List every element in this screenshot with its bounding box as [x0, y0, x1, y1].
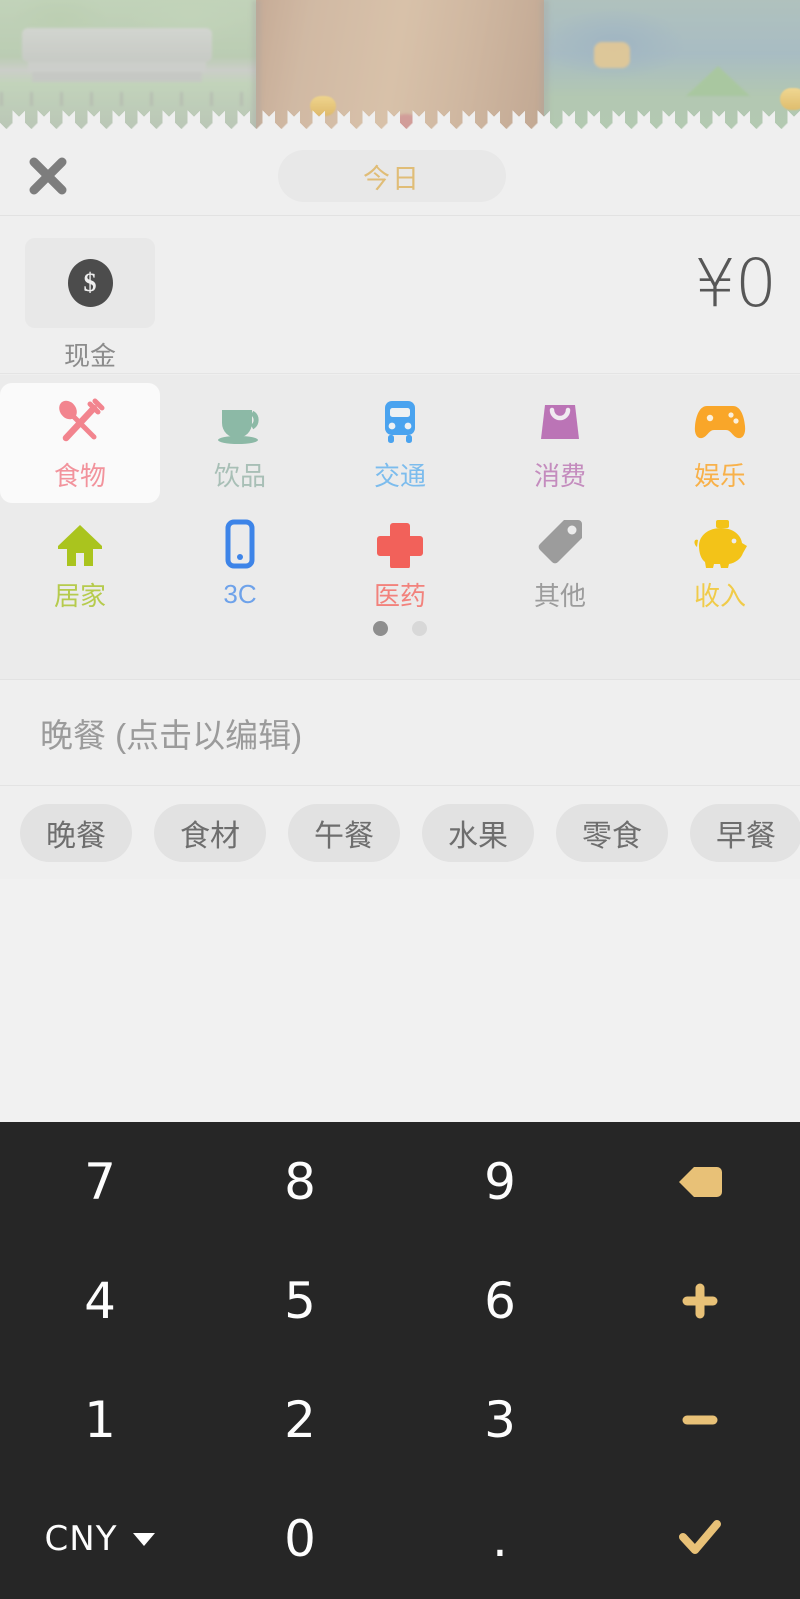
- page-dot-2[interactable]: [412, 621, 427, 636]
- account-label: 现金: [63, 341, 116, 371]
- caret-down-icon: [133, 1532, 156, 1546]
- category-item-other[interactable]: 其他: [480, 503, 640, 623]
- backspace-icon: [677, 1165, 723, 1199]
- coin-dollar-icon: $: [67, 259, 113, 307]
- category-item-entertainment[interactable]: 娱乐: [640, 383, 800, 503]
- category-item-home[interactable]: 居家: [0, 503, 160, 623]
- key-confirm[interactable]: [600, 1480, 800, 1599]
- category-item-drinks[interactable]: 饮品: [160, 383, 320, 503]
- tag-chip[interactable]: 晚餐: [20, 804, 132, 862]
- category-label: 交通: [373, 460, 426, 491]
- key-decimal[interactable]: .: [400, 1480, 600, 1599]
- amount-display[interactable]: ¥0: [694, 245, 777, 322]
- category-item-income[interactable]: 收入: [640, 503, 800, 623]
- tag-chip[interactable]: 午餐: [288, 804, 400, 862]
- key-4[interactable]: 4: [0, 1241, 200, 1360]
- minus-icon: [680, 1412, 720, 1428]
- page-dot-1[interactable]: [373, 621, 388, 636]
- empty-space: [0, 879, 800, 1122]
- category-picker: 食物 饮品 交通 消费 娱乐 居家 3C 医药 其他 收入: [0, 375, 800, 680]
- category-label: 消费: [533, 460, 586, 491]
- page-indicator: [0, 621, 800, 636]
- medical-cross-icon: [375, 514, 425, 568]
- category-item-3c[interactable]: 3C: [160, 503, 320, 623]
- category-item-medical[interactable]: 医药: [320, 503, 480, 623]
- tag-chip[interactable]: 食材: [154, 804, 266, 862]
- checkmark-icon: [677, 1519, 723, 1559]
- category-grid: 食物 饮品 交通 消费 娱乐 居家 3C 医药 其他 收入: [0, 383, 800, 623]
- close-x-icon: [26, 154, 70, 198]
- key-minus[interactable]: [600, 1361, 800, 1480]
- category-item-food[interactable]: 食物: [0, 383, 160, 503]
- tag-chip[interactable]: 水果: [422, 804, 534, 862]
- piggy-bank-icon: [693, 514, 747, 568]
- date-label: 今日: [363, 163, 421, 194]
- bus-icon: [374, 394, 426, 448]
- category-item-transport[interactable]: 交通: [320, 383, 480, 503]
- tag-chip[interactable]: 零食: [556, 804, 668, 862]
- key-0[interactable]: 0: [200, 1480, 400, 1599]
- category-label: 娱乐: [693, 460, 746, 491]
- key-6[interactable]: 6: [400, 1241, 600, 1360]
- category-label: 医药: [373, 580, 426, 611]
- key-backspace[interactable]: [600, 1122, 800, 1241]
- key-2[interactable]: 2: [200, 1361, 400, 1480]
- amount-row: $ 现金 ¥0: [0, 217, 800, 374]
- category-label: 3C: [223, 578, 257, 609]
- numeric-keypad: 7 8 9 4 5 6 1 2 3 CNY 0 .: [0, 1122, 800, 1599]
- close-button[interactable]: [0, 136, 96, 216]
- category-label: 饮品: [213, 460, 266, 491]
- tag-suggestions: 晚餐 食材 午餐 水果 零食 早餐: [0, 787, 800, 879]
- account-selector[interactable]: $ 现金: [25, 238, 155, 373]
- coffee-cup-icon: [214, 394, 266, 448]
- price-tag-icon: [534, 514, 586, 568]
- date-selector-button[interactable]: 今日: [278, 150, 506, 202]
- note-field[interactable]: 晚餐 (点击以编辑): [0, 681, 800, 786]
- key-7[interactable]: 7: [0, 1122, 200, 1241]
- key-9[interactable]: 9: [400, 1122, 600, 1241]
- key-currency-selector[interactable]: CNY: [0, 1480, 200, 1599]
- account-tile: $: [25, 238, 155, 328]
- smartphone-icon: [220, 517, 260, 571]
- gamepad-icon: [693, 394, 747, 448]
- top-bar: 今日: [0, 136, 800, 216]
- key-8[interactable]: 8: [200, 1122, 400, 1241]
- expense-entry-screen: 今日 $ 现金 ¥0 食物 饮品 交通 消费 娱乐 居家 3C 医药 其他 收入…: [0, 0, 800, 1599]
- category-label: 居家: [53, 580, 106, 611]
- fork-spoon-icon: [54, 394, 106, 448]
- key-plus[interactable]: [600, 1241, 800, 1360]
- house-icon: [54, 514, 106, 568]
- tag-chip[interactable]: 早餐: [690, 804, 800, 862]
- key-3[interactable]: 3: [400, 1361, 600, 1480]
- shopping-bag-icon: [534, 394, 586, 448]
- plus-icon: [680, 1281, 720, 1321]
- key-5[interactable]: 5: [200, 1241, 400, 1360]
- category-label: 其他: [533, 580, 586, 611]
- category-label: 食物: [53, 460, 106, 491]
- category-label: 收入: [693, 580, 746, 611]
- key-1[interactable]: 1: [0, 1361, 200, 1480]
- currency-label: CNY: [44, 1519, 118, 1560]
- note-text: 晚餐 (点击以编辑): [40, 717, 303, 754]
- category-item-shopping[interactable]: 消费: [480, 383, 640, 503]
